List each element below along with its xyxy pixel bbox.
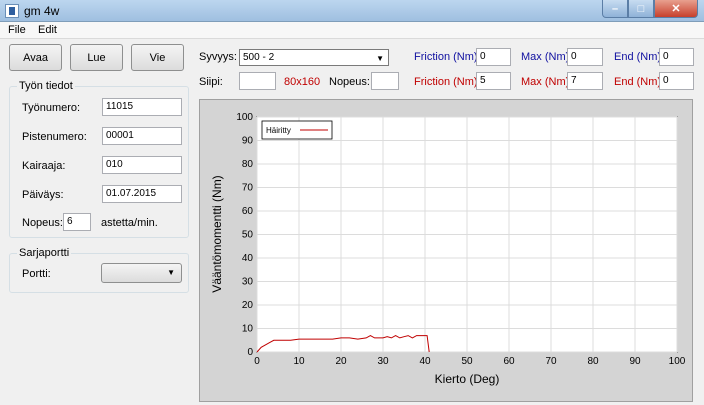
open-button[interactable]: Avaa xyxy=(9,44,62,71)
title-bar: gm 4w – □ ✕ xyxy=(0,0,704,22)
y-tick-label: 20 xyxy=(242,300,254,311)
max-field-1[interactable]: 0 xyxy=(567,48,603,66)
depth-label: Syvyys: xyxy=(199,51,237,63)
y-tick-label: 0 xyxy=(247,347,253,358)
close-icon[interactable]: ✕ xyxy=(654,0,698,18)
date-label: Päiväys: xyxy=(22,189,64,201)
depth-select[interactable]: 500 - 2 ▼ xyxy=(239,49,389,66)
max-label-1: Max (Nm) xyxy=(521,51,570,63)
port-select[interactable]: ▼ xyxy=(101,263,182,283)
max-label-2: Max (Nm) xyxy=(521,76,570,88)
friction-label-1: Friction (Nm) xyxy=(414,51,478,63)
x-tick-label: 40 xyxy=(419,356,431,367)
window-controls: – □ ✕ xyxy=(602,0,698,18)
x-tick-label: 70 xyxy=(545,356,557,367)
driller-field[interactable]: 010 xyxy=(102,156,182,174)
x-tick-label: 90 xyxy=(629,356,641,367)
y-tick-label: 60 xyxy=(242,206,254,217)
app-icon xyxy=(5,4,19,18)
legend-label: Häiritty xyxy=(266,126,291,135)
friction-label-2: Friction (Nm) xyxy=(414,76,478,88)
window-title: gm 4w xyxy=(24,4,60,18)
export-button[interactable]: Vie xyxy=(131,44,184,71)
y-axis-label: Vääntömomentti (Nm) xyxy=(210,175,224,292)
torque-chart: 0 10 20 30 40 50 60 70 80 90 100 0 10 20 30 40 50 60 70 80 9… xyxy=(210,112,686,386)
x-tick-label: 80 xyxy=(587,356,599,367)
chevron-down-icon: ▼ xyxy=(167,268,175,277)
y-tick-label: 90 xyxy=(242,136,254,147)
speed-label-top: Nopeus: xyxy=(329,76,370,88)
point-number-field[interactable]: 00001 xyxy=(102,127,182,145)
x-tick-label: 30 xyxy=(377,356,389,367)
y-tick-label: 30 xyxy=(242,277,254,288)
x-tick-label: 10 xyxy=(293,356,305,367)
port-label: Portti: xyxy=(22,268,51,280)
end-label-1: End (Nm) xyxy=(614,51,662,63)
menu-bar: File Edit xyxy=(0,22,704,39)
y-tick-label: 70 xyxy=(242,183,254,194)
serial-port-title: Sarjaportti xyxy=(17,247,72,259)
work-number-field[interactable]: 11015 xyxy=(102,98,182,116)
torque-chart-panel: 0 10 20 30 40 50 60 70 80 90 100 0 10 20 30 40 50 60 70 80 9… xyxy=(199,99,693,402)
blade-field[interactable] xyxy=(239,72,276,90)
y-tick-label: 40 xyxy=(242,253,254,264)
max-field-2[interactable]: 7 xyxy=(567,72,603,90)
depth-value: 500 - 2 xyxy=(243,52,275,63)
minimize-icon[interactable]: – xyxy=(602,0,628,18)
end-field-1[interactable]: 0 xyxy=(659,48,694,66)
end-label-2: End (Nm) xyxy=(614,76,662,88)
x-tick-label: 0 xyxy=(254,356,260,367)
speed-unit: astetta/min. xyxy=(101,217,158,229)
work-number-label: Työnumero: xyxy=(22,102,81,114)
chart-legend: Häiritty xyxy=(261,120,333,140)
y-tick-label: 100 xyxy=(236,112,253,123)
x-tick-label: 50 xyxy=(461,356,473,367)
menu-file[interactable]: File xyxy=(8,24,26,36)
y-tick-label: 10 xyxy=(242,324,254,335)
speed-field-top[interactable] xyxy=(371,72,399,90)
driller-label: Kairaaja: xyxy=(22,160,66,172)
end-field-2[interactable]: 0 xyxy=(659,72,694,90)
x-tick-label: 20 xyxy=(335,356,347,367)
menu-edit[interactable]: Edit xyxy=(38,24,57,36)
blade-label: Siipi: xyxy=(199,76,223,88)
y-tick-label: 80 xyxy=(242,159,254,170)
speed-field[interactable]: 6 xyxy=(63,213,91,231)
maximize-icon[interactable]: □ xyxy=(628,0,654,18)
date-field[interactable]: 01.07.2015 xyxy=(102,185,182,203)
friction-field-2[interactable]: 5 xyxy=(476,72,511,90)
y-tick-label: 50 xyxy=(242,230,254,241)
x-tick-label: 100 xyxy=(669,356,686,367)
x-tick-label: 60 xyxy=(503,356,515,367)
blade-size: 80x160 xyxy=(284,76,321,88)
x-axis-label: Kierto (Deg) xyxy=(435,372,500,386)
point-number-label: Pistenumero: xyxy=(22,131,87,143)
work-info-title: Työn tiedot xyxy=(17,80,75,92)
speed-label: Nopeus: xyxy=(22,217,63,229)
read-button[interactable]: Lue xyxy=(70,44,123,71)
chevron-down-icon: ▼ xyxy=(376,54,384,63)
friction-field-1[interactable]: 0 xyxy=(476,48,511,66)
